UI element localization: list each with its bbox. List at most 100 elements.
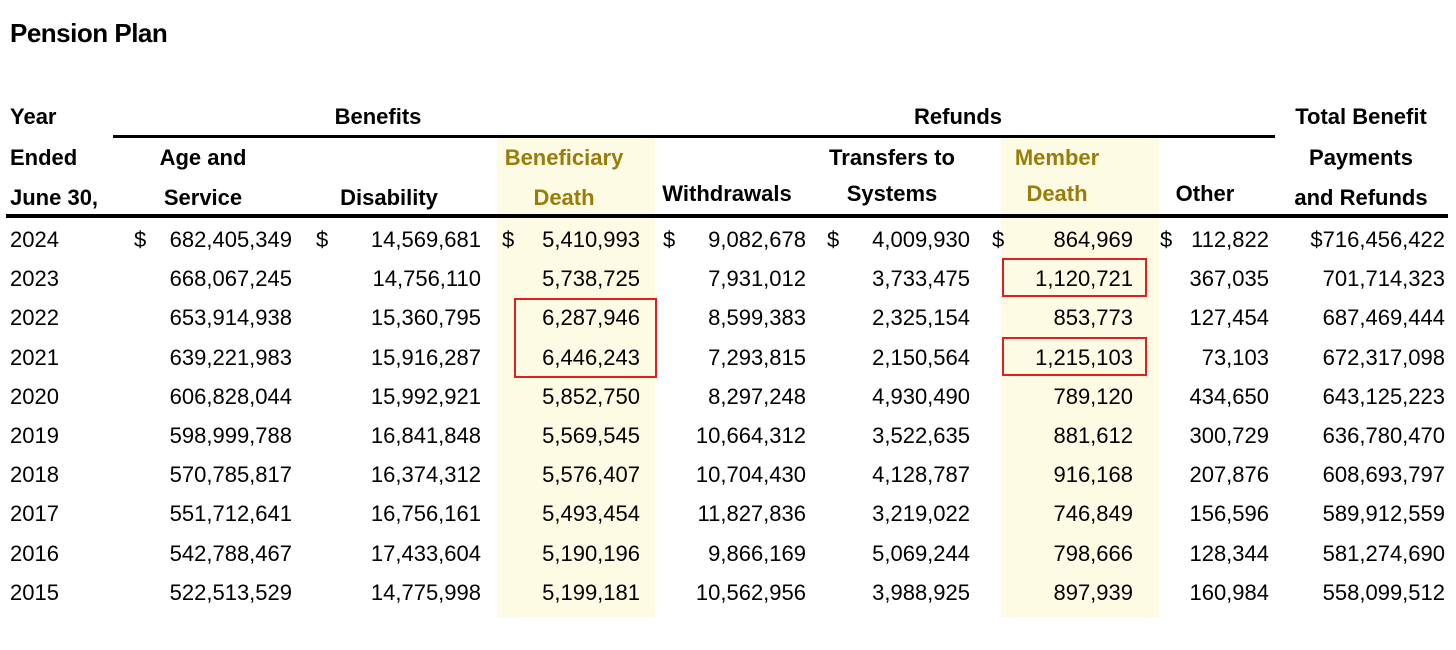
disability-cell: 15,360,795 xyxy=(370,305,481,331)
table-row: 2018 570,785,817 16,374,312 5,576,407 10,704… xyxy=(0,456,1456,495)
transfers-cell: 3,733,475 xyxy=(872,266,970,292)
other-cell: 367,035 xyxy=(1189,266,1269,292)
other-cell: 156,596 xyxy=(1189,501,1269,527)
disability-cell: 15,992,921 xyxy=(370,383,481,409)
age-service-cell: 522,513,529 xyxy=(169,579,292,605)
age-service-cell: 668,067,245 xyxy=(169,266,292,292)
year-cell: 2022 xyxy=(10,305,59,331)
year-cell: 2024 xyxy=(10,227,59,252)
other-cell: 160,984 xyxy=(1189,579,1269,605)
total-cell: 672,317,098 xyxy=(1322,344,1445,370)
withdrawals-cell: 9,866,169 xyxy=(708,540,806,566)
table-row: 2019 598,999,788 16,841,848 5,569,545 10,664… xyxy=(0,417,1456,456)
withdrawals-cell: 10,562,956 xyxy=(695,579,806,605)
transfers-cell: 3,988,925 xyxy=(872,579,970,605)
header-year-line2: Ended xyxy=(10,145,78,170)
header-rule xyxy=(6,214,1448,218)
disability-cell: 16,756,161 xyxy=(370,501,481,527)
header-disability: Disability xyxy=(340,185,438,210)
member-death-2023-emphasis-box xyxy=(1002,258,1147,297)
table-row: 2023 668,067,245 14,756,110 5,738,725 7,931,… xyxy=(0,260,1456,299)
member-death-cell: 746,849 xyxy=(1053,501,1133,527)
member-death-cell: 853,773 xyxy=(1053,305,1133,331)
total-cell: 636,780,470 xyxy=(1322,423,1445,448)
member-death-cell: 881,612 xyxy=(1053,423,1133,448)
withdrawals-cell: 11,827,836 xyxy=(697,501,806,527)
currency-symbol: $ xyxy=(316,227,329,252)
beneficiary-death-cell: 5,569,545 xyxy=(542,423,640,448)
other-cell: 434,650 xyxy=(1189,383,1269,409)
header-withdrawals: Withdrawals xyxy=(662,181,792,206)
header-total-line3: and Refunds xyxy=(1294,185,1428,210)
withdrawals-cell: 7,931,012 xyxy=(708,266,806,292)
table-row: 2022 653,914,938 15,360,795 6,287,946 8,599,… xyxy=(0,299,1456,338)
currency-symbol: $ xyxy=(992,227,1005,252)
age-service-cell: 598,999,788 xyxy=(169,423,292,448)
beneficiary-death-cell: 5,410,993 xyxy=(542,227,640,252)
other-cell: 300,729 xyxy=(1189,423,1269,448)
currency-symbol: $ xyxy=(663,227,676,252)
transfers-cell: 3,219,022 xyxy=(872,501,970,527)
beneficiary-death-cell: 5,199,181 xyxy=(542,579,640,605)
beneficiary-death-emphasis-box xyxy=(514,298,657,378)
table-row: 2016 542,788,467 17,433,604 5,190,196 9,866,… xyxy=(0,535,1456,574)
year-cell: 2021 xyxy=(10,344,59,370)
total-cell: 608,693,797 xyxy=(1322,462,1445,488)
year-cell: 2023 xyxy=(10,266,59,292)
transfers-cell: 5,069,244 xyxy=(872,540,970,566)
disability-cell: 15,916,287 xyxy=(370,344,481,370)
age-service-cell: 639,221,983 xyxy=(169,344,292,370)
page-title: Pension Plan xyxy=(10,18,168,48)
table-row: 2017 551,712,641 16,756,161 5,493,454 11,827… xyxy=(0,495,1456,534)
header-year-line1: Year xyxy=(10,104,57,129)
beneficiary-death-cell: 5,738,725 xyxy=(542,266,640,292)
header-age-service-line2: Service xyxy=(163,185,243,210)
disability-cell: 14,569,681 xyxy=(370,227,481,252)
year-cell: 2020 xyxy=(10,383,59,409)
year-cell: 2016 xyxy=(10,540,59,566)
member-death-cell: 789,120 xyxy=(1053,383,1133,409)
withdrawals-cell: 7,293,815 xyxy=(708,344,806,370)
transfers-cell: 2,150,564 xyxy=(872,344,970,370)
year-cell: 2019 xyxy=(10,423,59,448)
age-service-cell: 606,828,044 xyxy=(169,383,292,409)
transfers-cell: 4,009,930 xyxy=(872,227,970,252)
withdrawals-cell: 9,082,678 xyxy=(708,227,806,252)
other-cell: 73,103 xyxy=(1201,344,1269,370)
beneficiary-death-cell: 5,576,407 xyxy=(542,462,640,488)
table-row: 2020 606,828,044 15,992,921 5,852,750 8,297,… xyxy=(0,378,1456,417)
total-cell: 589,912,559 xyxy=(1322,501,1445,527)
transfers-cell: 2,325,154 xyxy=(872,305,970,331)
year-cell: 2017 xyxy=(10,501,59,527)
header-member-death-line2: Death xyxy=(1026,181,1088,206)
header-transfers-line1: Transfers to xyxy=(829,145,955,170)
total-cell: 687,469,444 xyxy=(1322,305,1445,331)
header-age-service-line1: Age and xyxy=(159,145,247,170)
other-cell: 207,876 xyxy=(1189,462,1269,488)
disability-cell: 14,756,110 xyxy=(372,266,481,292)
beneficiary-death-cell: 5,493,454 xyxy=(542,501,640,527)
group-rule xyxy=(113,135,1275,138)
age-service-cell: 542,788,467 xyxy=(169,540,292,566)
disability-cell: 16,374,312 xyxy=(370,462,481,488)
total-cell: 581,274,690 xyxy=(1322,540,1445,566)
table-row: 2021 639,221,983 15,916,287 6,446,243 7,293,… xyxy=(0,339,1456,378)
disability-cell: 14,775,998 xyxy=(370,579,481,605)
member-death-2021-emphasis-box xyxy=(1002,337,1147,376)
header-transfers-line2: Systems xyxy=(846,181,938,206)
withdrawals-cell: 10,664,312 xyxy=(695,423,806,448)
other-cell: 127,454 xyxy=(1189,305,1269,331)
age-service-cell: 653,914,938 xyxy=(169,305,292,331)
member-death-cell: 864,969 xyxy=(1053,227,1133,252)
age-service-cell: 551,712,641 xyxy=(169,501,292,527)
total-cell: $716,456,422 xyxy=(1310,227,1445,252)
member-death-cell: 798,666 xyxy=(1053,540,1133,566)
age-service-cell: 682,405,349 xyxy=(169,227,292,252)
header-total-line1: Total Benefit xyxy=(1295,104,1427,129)
transfers-cell: 3,522,635 xyxy=(872,423,970,448)
beneficiary-death-cell: 5,190,196 xyxy=(542,540,640,566)
member-death-cell: 916,168 xyxy=(1053,462,1133,488)
currency-symbol: $ xyxy=(502,227,515,252)
transfers-cell: 4,128,787 xyxy=(872,462,970,488)
header-total-line2: Payments xyxy=(1309,145,1413,170)
